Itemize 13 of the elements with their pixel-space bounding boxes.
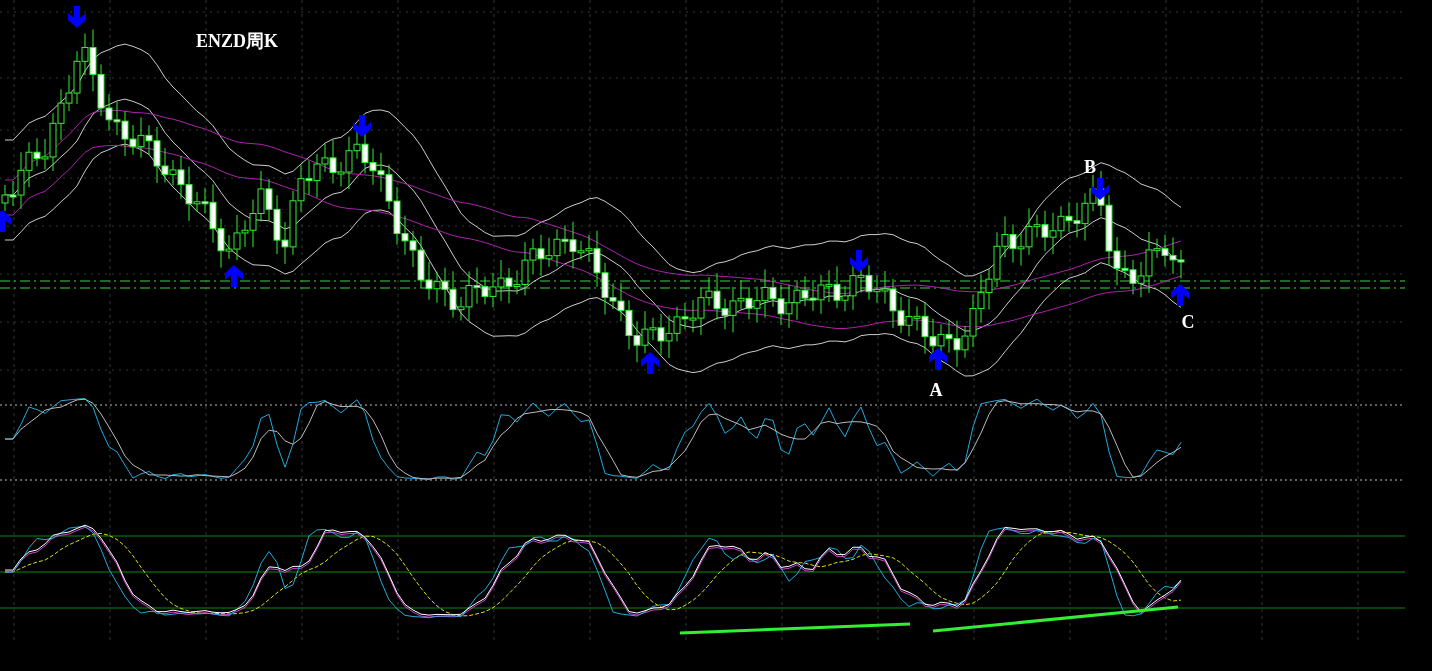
up-arrow-icon [641, 352, 659, 374]
up-arrow-icon [225, 265, 243, 287]
down-arrow-icon [353, 115, 371, 137]
down-arrow-icon [1091, 178, 1109, 200]
up-arrow-icon [929, 348, 947, 370]
up-arrow-icon [0, 210, 11, 232]
up-arrow-icon [1171, 284, 1189, 306]
point-label: A [929, 380, 943, 400]
point-label: B [1084, 157, 1096, 177]
down-arrow-icon [68, 6, 86, 28]
down-arrow-icon [850, 250, 868, 272]
chart-title: ENZD周K [196, 31, 278, 51]
point-label: C [1181, 312, 1195, 332]
